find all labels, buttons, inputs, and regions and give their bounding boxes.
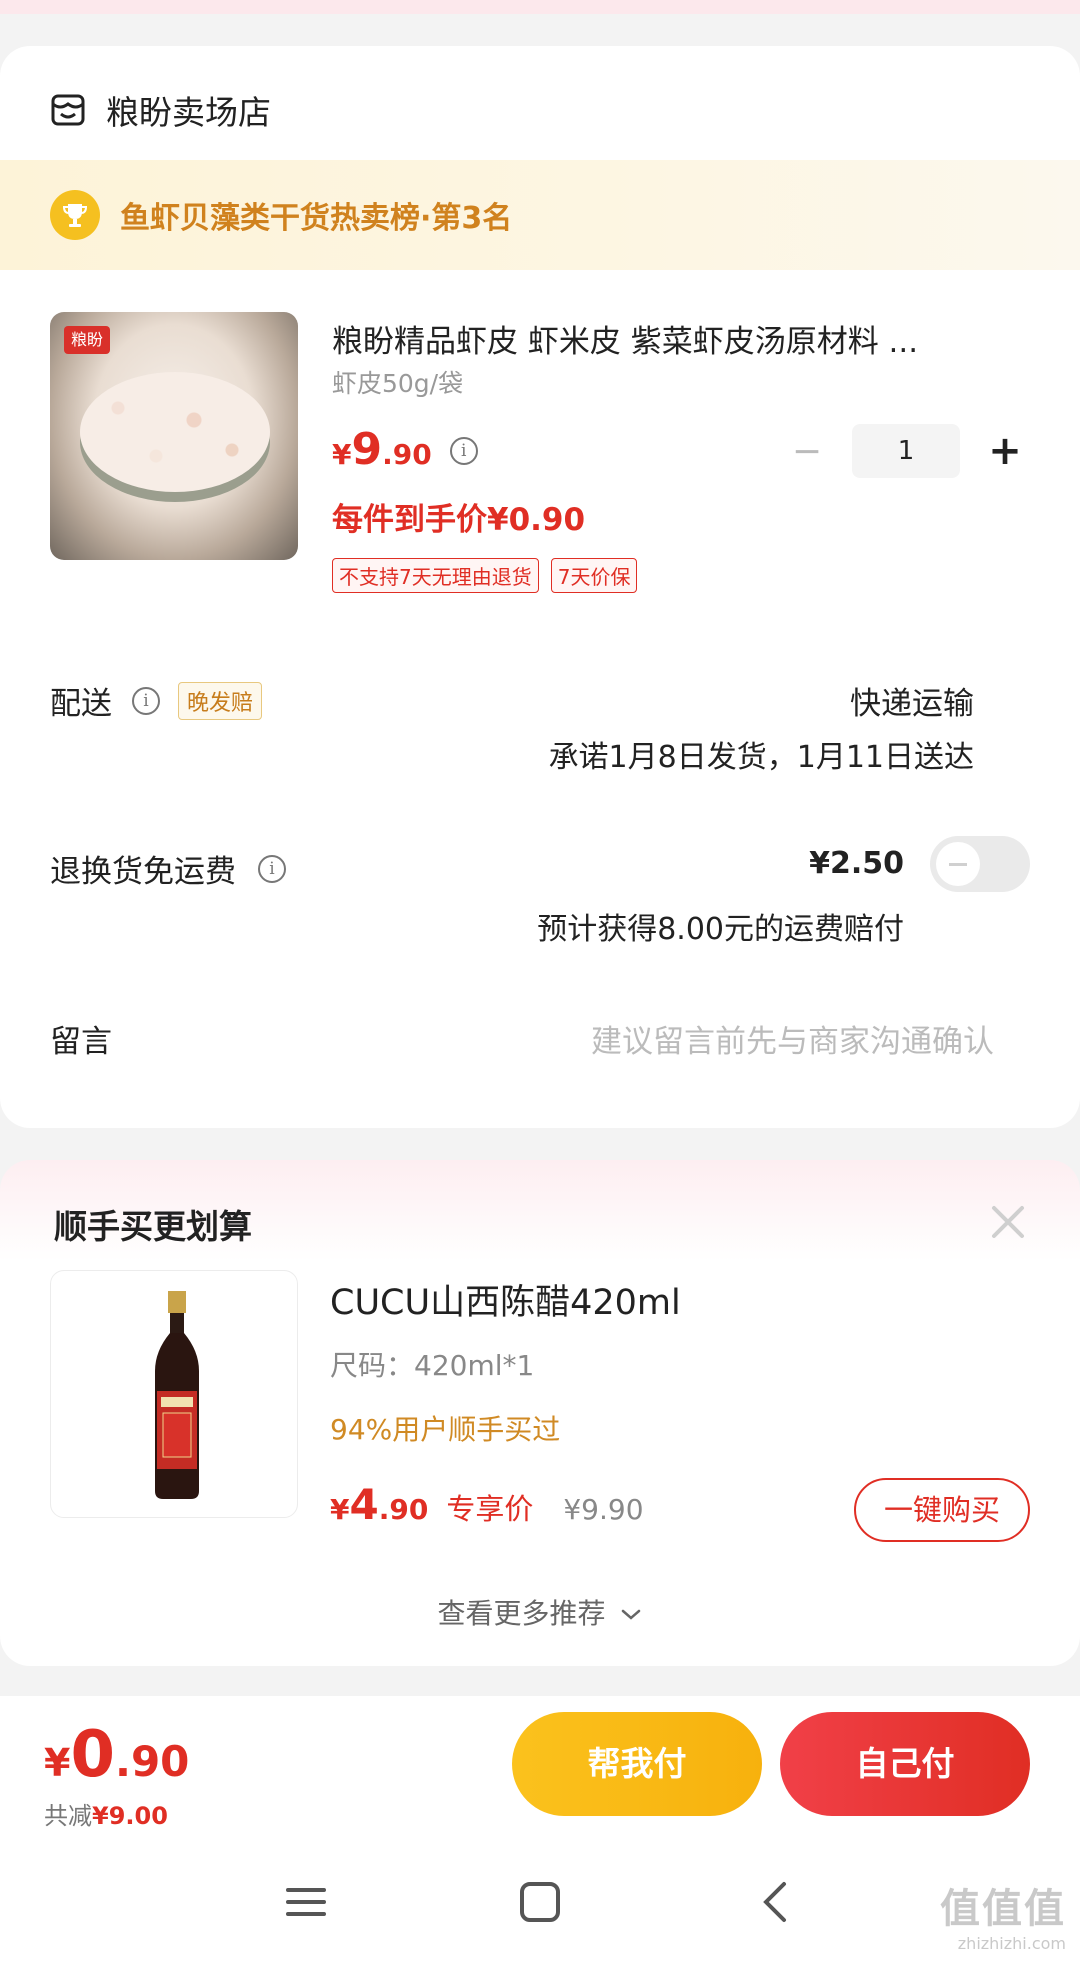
store-header[interactable]: 粮盼卖场店 (50, 82, 271, 138)
total-price: ¥ 0 .90 (44, 1718, 189, 1792)
home-icon[interactable] (516, 1878, 564, 1926)
rec-price-integer: 4 (349, 1480, 379, 1529)
total-currency: ¥ (44, 1741, 71, 1785)
back-icon[interactable] (752, 1878, 800, 1926)
store-card: 粮盼卖场店 鱼虾贝藻类干货热卖榜·第3名 粮盼 粮盼精品虾皮 虾米皮 紫菜虾皮汤… (0, 46, 1080, 1128)
price-integer: 9 (351, 424, 383, 475)
rank-text: 鱼虾贝藻类干货热卖榜·第3名 (120, 201, 513, 236)
saved-prefix: 共减 (44, 1802, 92, 1830)
return-label-text: 退换货免运费 (50, 854, 236, 890)
original-price: ¥9.90 (563, 1493, 644, 1526)
rec-price-currency: ¥ (330, 1493, 350, 1526)
price-info-icon[interactable]: i (449, 437, 478, 465)
price-currency: ¥ (332, 438, 352, 471)
self-pay-button[interactable]: 自己付 (780, 1712, 1030, 1816)
product-row: 粮盼 粮盼精品虾皮 虾米皮 紫菜虾皮汤原材料 ... 虾皮50g/袋 ¥ 9 .… (50, 312, 1032, 593)
help-pay-button[interactable]: 帮我付 (512, 1712, 762, 1816)
recommend-stat: 94%用户顺手买过 (330, 1413, 561, 1446)
shrimp-photo (80, 372, 270, 492)
saved-value: ¥9.00 (92, 1802, 168, 1830)
product-tags: 不支持7天无理由退货 7天价保 (332, 558, 638, 593)
tag-price-protect: 7天价保 (550, 558, 638, 593)
product-image[interactable]: 粮盼 (50, 312, 298, 560)
return-shipping-toggle[interactable] (930, 836, 1030, 892)
store-icon (51, 94, 85, 126)
recommend-image[interactable] (50, 1270, 298, 1518)
return-info-icon[interactable]: i (258, 854, 286, 883)
rank-banner[interactable]: 鱼虾贝藻类干货热卖榜·第3名 (0, 160, 1080, 270)
recommend-title: 顺手买更划算 (54, 1207, 252, 1246)
watermark-logo: 值值值 (940, 1886, 1066, 1932)
more-recommend-link[interactable]: 查看更多推荐 (0, 1592, 1080, 1632)
total-integer: 0 (70, 1718, 115, 1792)
system-nav-bar: 值值值 zhizhizhi.com (0, 1836, 1080, 1965)
watermark-url: zhizhizhi.com (957, 1934, 1066, 1953)
brand-tag: 粮盼 (64, 326, 110, 354)
rec-price-decimal: .90 (378, 1493, 429, 1526)
message-label: 留言 (50, 1024, 112, 1060)
checkout-bar: ¥ 0 .90 共减¥9.00 帮我付 自己付 (0, 1696, 1080, 1836)
vinegar-bottle (155, 1291, 199, 1499)
return-price: ¥2.50 (809, 846, 904, 881)
price-decimal: .90 (382, 438, 432, 471)
return-note: 预计获得8.00元的运费赔付 (537, 912, 904, 947)
product-price: ¥ 9 .90 i (332, 424, 478, 475)
watermark: 值值值 zhizhizhi.com (940, 1876, 1066, 1953)
shipping-method: 快递运输 (850, 686, 974, 722)
tag-no-return: 不支持7天无理由退货 (332, 558, 539, 593)
more-recommend-text: 查看更多推荐 (437, 1597, 606, 1630)
shipping-promise: 承诺1月8日发货，1月11日送达 (548, 740, 974, 775)
shipping-info-icon[interactable]: i (132, 686, 160, 715)
quantity-stepper: − 1 + (782, 424, 1030, 478)
return-shipping-label: 退换货免运费 i (50, 846, 286, 891)
increase-button[interactable]: + (980, 428, 1030, 474)
product-title[interactable]: 粮盼精品虾皮 虾米皮 紫菜虾皮汤原材料 ... (332, 316, 1032, 361)
recommend-price: ¥ 4 .90 专享价 ¥9.90 (330, 1480, 644, 1529)
recommend-size: 尺码：420ml*1 (330, 1349, 535, 1382)
trophy-icon (50, 190, 100, 240)
chevron-down-icon (622, 1609, 641, 1620)
menu-icon[interactable] (282, 1878, 330, 1926)
store-name: 粮盼卖场店 (106, 93, 271, 132)
close-icon[interactable] (988, 1202, 1028, 1242)
total-decimal: .90 (114, 1737, 190, 1786)
recommend-name[interactable]: CUCU山西陈醋420ml (330, 1274, 681, 1325)
late-badge: 晚发赔 (178, 681, 263, 720)
decrease-button[interactable]: − (782, 431, 832, 472)
saved-amount: 共减¥9.00 (44, 1796, 168, 1831)
shipping-label: 配送 i 晚发赔 (50, 678, 263, 723)
exclusive-label: 专享价 (446, 1492, 534, 1526)
toggle-knob (936, 842, 980, 886)
recommend-card: 顺手买更划算 CUCU山西陈醋420ml 尺码：420ml*1 94%用户顺手买… (0, 1160, 1080, 1666)
message-input[interactable]: 建议留言前先与商家沟通确认 (591, 1016, 994, 1061)
shipping-label-text: 配送 (50, 686, 112, 722)
product-spec[interactable]: 虾皮50g/袋 (332, 364, 463, 400)
one-click-buy-button[interactable]: 一键购买 (854, 1478, 1030, 1542)
top-strip (0, 0, 1080, 14)
final-price: 每件到手价¥0.90 (332, 502, 586, 538)
quantity-input[interactable]: 1 (852, 424, 960, 478)
